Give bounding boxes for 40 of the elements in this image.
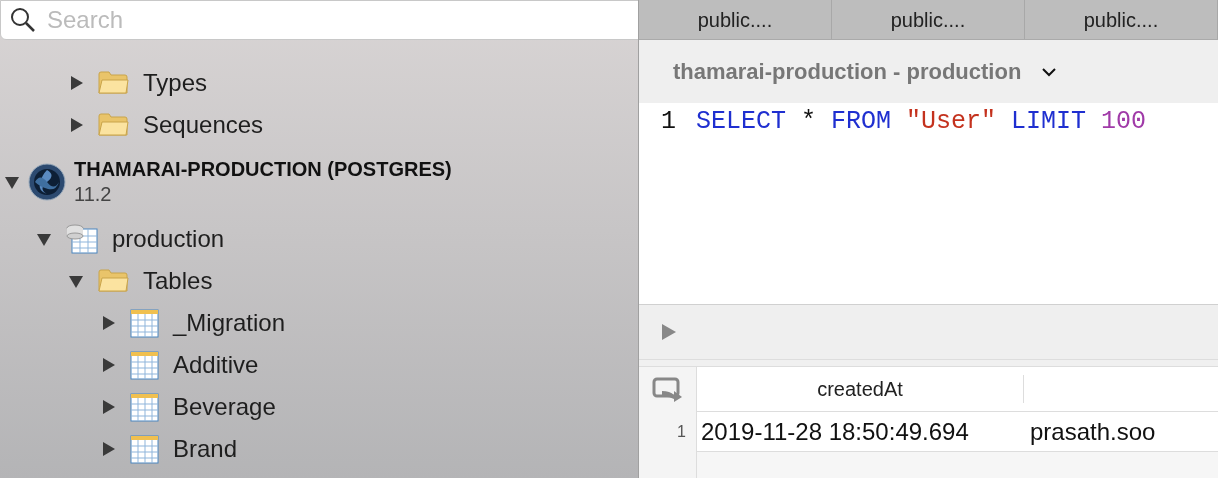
table-icon	[130, 434, 159, 464]
server-logo-icon	[28, 163, 66, 201]
expand-arrow-icon[interactable]	[100, 441, 116, 457]
table-icon	[130, 392, 159, 422]
line-number: 1	[661, 106, 676, 139]
folder-icon	[98, 269, 129, 293]
tree-item-label[interactable]: production	[112, 221, 225, 257]
row-number: 1	[676, 422, 687, 442]
server-version: 11.2	[74, 182, 113, 207]
table-cell-text: 2019-11-28 18:50:49.694	[700, 416, 970, 447]
tree-item-label[interactable]: Brand	[173, 431, 238, 467]
folder-icon	[98, 113, 129, 137]
table-icon	[130, 350, 159, 380]
tree-item-label[interactable]: Sequences	[143, 107, 264, 143]
play-icon[interactable]	[661, 323, 677, 341]
collapse-arrow-icon[interactable]	[68, 273, 84, 289]
connection-name[interactable]: THAMARAI-PRODUCTION (POSTGRES)	[74, 157, 452, 182]
export-icon[interactable]	[651, 376, 684, 403]
expand-arrow-icon[interactable]	[100, 399, 116, 415]
folder-icon	[98, 71, 129, 95]
tree-item-label[interactable]: Tables	[143, 263, 213, 299]
sql-code-line: SELECT * FROM "User" LIMIT 100	[696, 106, 1147, 139]
expand-arrow-icon[interactable]	[68, 117, 84, 133]
search-field[interactable]: Search	[0, 0, 638, 40]
tree-item-label[interactable]: Additive	[173, 347, 259, 383]
expand-arrow-icon[interactable]	[68, 75, 84, 91]
expand-arrow-icon[interactable]	[100, 357, 116, 373]
table-icon	[130, 308, 159, 338]
connection-selector[interactable]: thamarai-production - production	[673, 55, 1022, 88]
search-icon	[10, 7, 36, 33]
table-cell-text: prasath.soo	[1029, 416, 1157, 447]
database-table-icon	[66, 224, 98, 254]
tree-item-label[interactable]: Beverage	[173, 389, 276, 425]
tree-item-label[interactable]: _Migration	[173, 305, 286, 341]
collapse-arrow-icon[interactable]	[36, 231, 52, 247]
tree-item-label[interactable]: Types	[143, 65, 208, 101]
collapse-arrow-icon[interactable]	[4, 174, 20, 190]
expand-arrow-icon[interactable]	[100, 315, 116, 331]
chevron-down-icon[interactable]	[1041, 66, 1058, 77]
column-header[interactable]: createdAt	[817, 374, 903, 404]
